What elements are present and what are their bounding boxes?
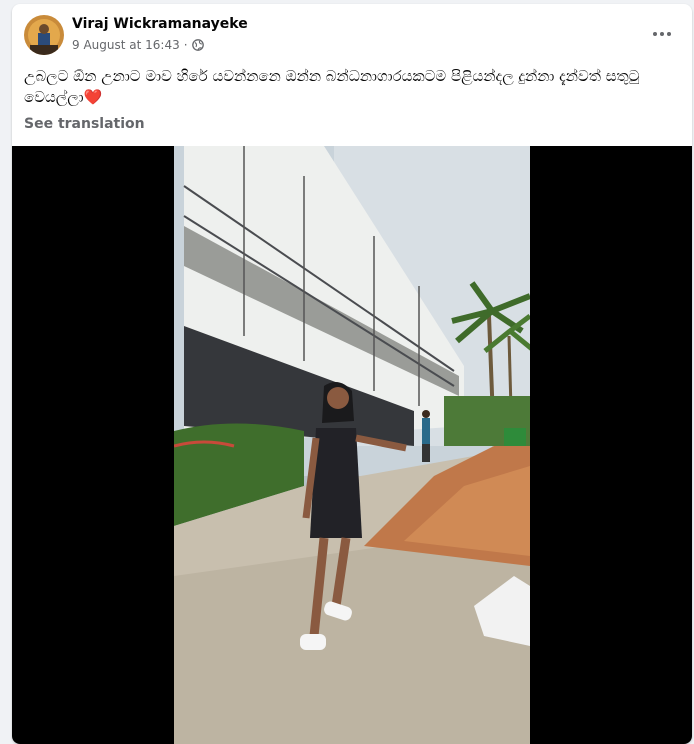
- post-meta: 9 August at 16:43 ·: [72, 38, 204, 52]
- author-avatar[interactable]: [24, 15, 64, 55]
- post-card: Viraj Wickramanayeke 9 August at 16:43 ·…: [12, 4, 692, 744]
- caption-text: උබලට ඕන උනාට මාව හිරේ යවන්නනෙ ඔන්න බන්ධන…: [24, 67, 640, 106]
- heart-emoji: ❤️: [83, 88, 103, 106]
- more-options-button[interactable]: [644, 20, 680, 48]
- video-frame[interactable]: [174, 146, 530, 744]
- see-translation-link[interactable]: See translation: [24, 116, 145, 132]
- avatar-image: [24, 15, 64, 55]
- author-name[interactable]: Viraj Wickramanayeke: [72, 16, 248, 32]
- meta-separator: ·: [183, 38, 188, 52]
- post-timestamp[interactable]: 9 August at 16:43: [72, 38, 180, 52]
- more-options-icon: [653, 32, 671, 36]
- post-caption: උබලට ඕන උනාට මාව හිරේ යවන්නනෙ ඔන්න බන්ධන…: [24, 66, 674, 108]
- video-player[interactable]: [12, 146, 692, 744]
- globe-icon[interactable]: [191, 39, 204, 51]
- video-still: [174, 146, 530, 744]
